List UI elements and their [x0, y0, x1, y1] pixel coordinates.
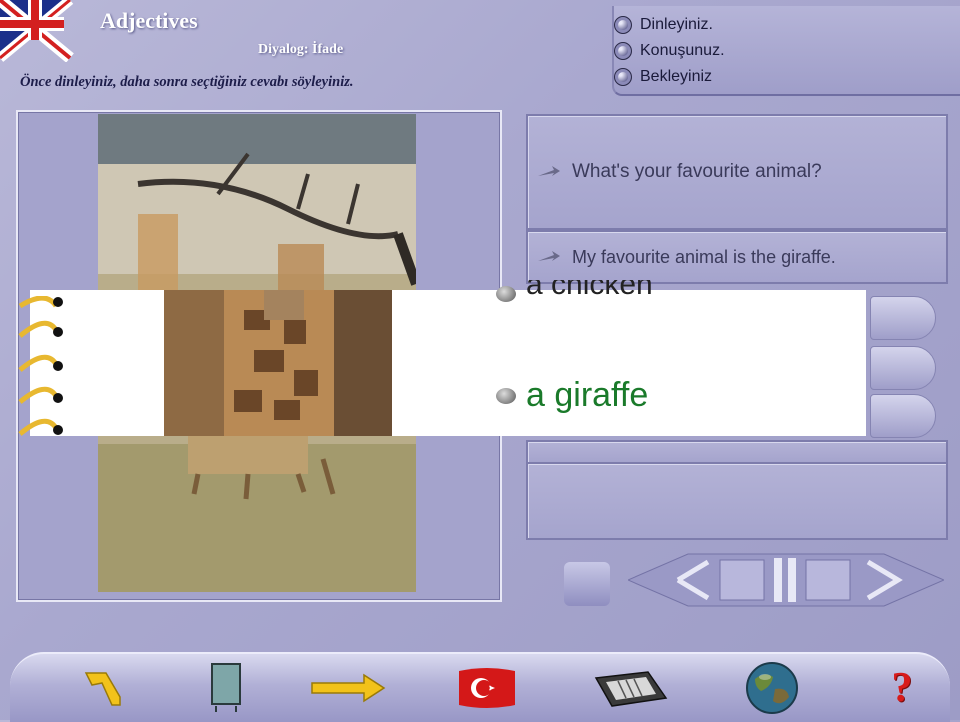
speech-arrow-icon: [538, 251, 560, 261]
status-wait: Bekleyiniz: [614, 64, 712, 90]
globe-button[interactable]: [744, 662, 800, 714]
globe-icon: [746, 662, 798, 714]
forward-button[interactable]: [310, 662, 386, 714]
status-dot-icon: [614, 16, 632, 34]
notebook-icon: [211, 663, 241, 712]
option-bullet-icon: [496, 286, 516, 302]
status-listen: Dinleyiniz.: [614, 12, 713, 38]
status-wait-label: Bekleyiniz: [640, 68, 713, 85]
status-panel: Dinleyiniz. Konuşunuz. Bekleyiniz: [612, 6, 960, 96]
bottom-toolbar: ?: [10, 652, 950, 722]
option-giraffe[interactable]: a giraffe: [496, 376, 648, 415]
choice-card: [30, 290, 866, 436]
lesson-subtitle: Diyalog: İfade: [258, 42, 344, 57]
replay-button[interactable]: [564, 562, 610, 606]
option-giraffe-label: a giraffe: [526, 376, 649, 414]
lesson-title: Adjectives: [100, 8, 198, 33]
option-chicken[interactable]: a chicken: [496, 280, 653, 302]
keyboard-icon: [594, 671, 668, 707]
dialog-answer-box[interactable]: My favourite animal is the giraffe.: [526, 230, 948, 284]
dialog-empty-box-1: [526, 440, 948, 464]
dialog-question-text: What's your favourite animal?: [572, 161, 822, 182]
status-dot-icon: [614, 68, 632, 86]
spiral-binding-icon: [18, 296, 63, 436]
status-dot-icon: [614, 42, 632, 60]
side-button-3[interactable]: [870, 394, 936, 438]
option-chicken-label: a chicken: [526, 280, 653, 301]
speech-arrow-icon: [538, 166, 560, 176]
media-player-controls[interactable]: [628, 552, 944, 608]
giraffe-photo-crop: [164, 290, 392, 436]
back-arrow-icon: [84, 672, 121, 706]
status-speak: Konuşunuz.: [614, 38, 725, 64]
keyboard-button[interactable]: [592, 662, 668, 714]
forward-arrow-icon: [311, 673, 386, 703]
notebook-button[interactable]: [198, 662, 254, 714]
dialog-empty-box-2: [526, 462, 948, 540]
dialog-question-box[interactable]: What's your favourite animal?: [526, 114, 948, 230]
back-button[interactable]: [76, 662, 132, 714]
turkish-language-button[interactable]: [456, 662, 518, 714]
instruction-text: Önce dinleyiniz, daha sonra seçtiğiniz c…: [20, 74, 354, 90]
dialog-answer-text: My favourite animal is the giraffe.: [572, 246, 836, 267]
status-speak-label: Konuşunuz.: [640, 42, 725, 59]
help-icon: ?: [891, 665, 913, 711]
option-bullet-icon: [496, 387, 516, 404]
help-button[interactable]: ?: [874, 662, 930, 714]
turkish-flag-icon: [459, 668, 515, 708]
side-button-2[interactable]: [870, 346, 936, 390]
status-listen-label: Dinleyiniz.: [640, 16, 713, 33]
uk-flag-icon: [0, 0, 74, 62]
side-button-1[interactable]: [870, 296, 936, 340]
